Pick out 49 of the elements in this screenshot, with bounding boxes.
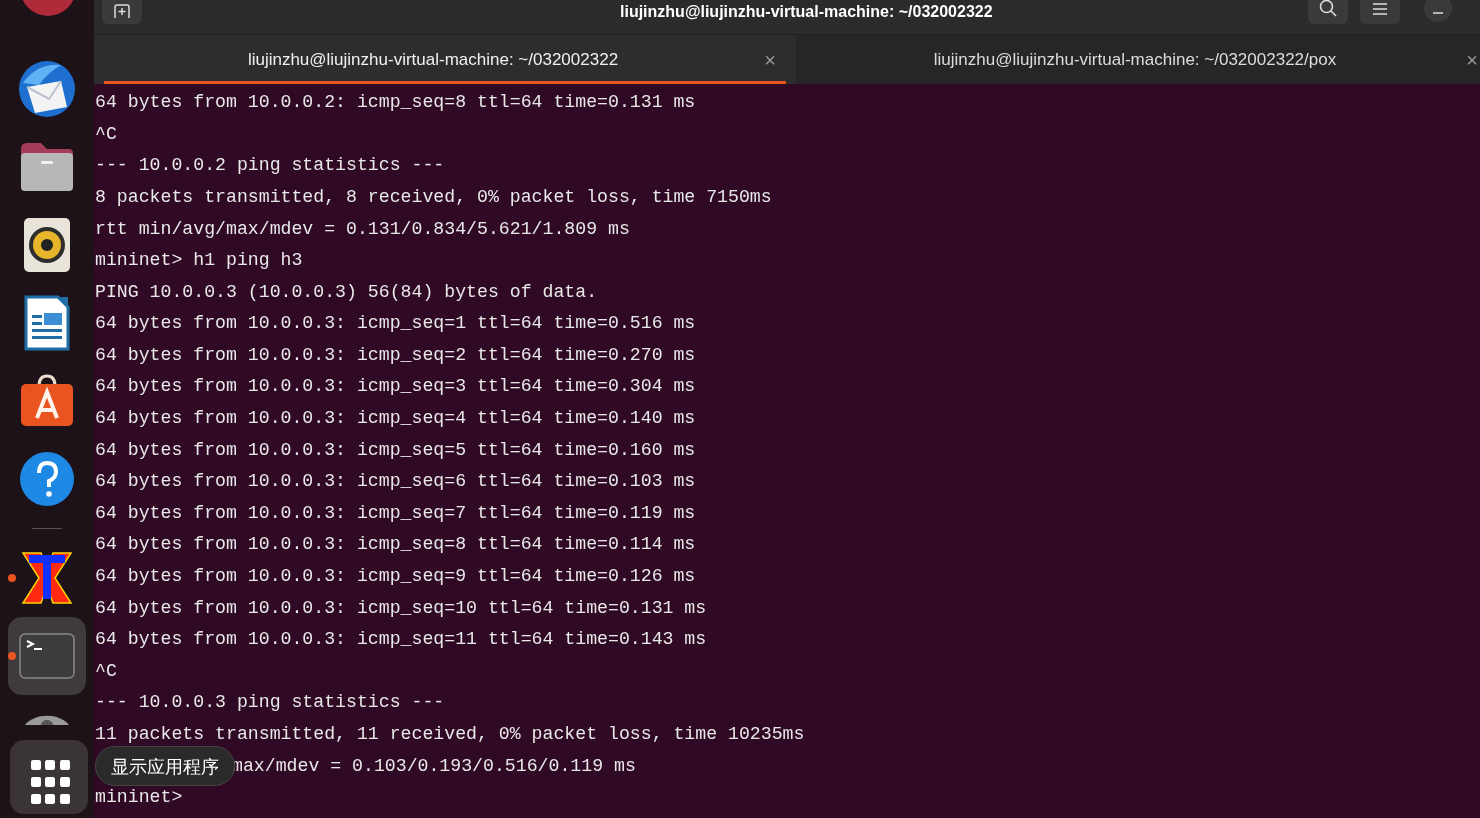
terminal-line: 64 bytes from 10.0.0.3: icmp_seq=2 ttl=64 time=0.270 ms — [95, 343, 696, 367]
terminal-line: 64 bytes from 10.0.0.3: icmp_seq=3 ttl=64 time=0.304 ms — [95, 375, 696, 399]
terminal-line: 64 bytes from 10.0.0.3: icmp_seq=10 ttl=64 time=0.131 ms — [95, 596, 707, 620]
terminal-line: rtt min/avg/max/mdev = 0.131/0.834/5.621/1.809 ms — [95, 217, 630, 241]
tab-label: liujinzhu@liujinzhu-virtual-machine: ~/032002322/pox — [932, 48, 1338, 71]
window-title: liujinzhu@liujinzhu-virtual-machine: ~/032002322 — [620, 2, 993, 22]
running-indicator — [8, 652, 16, 660]
shopping-bag-icon[interactable] — [19, 374, 75, 428]
tab-label: liujinzhu@liujinzhu-virtual-machine: ~/032002322 — [246, 48, 620, 71]
new-tab-icon — [114, 4, 130, 18]
close-tab-button[interactable]: × — [758, 44, 782, 75]
tab[interactable]: liujinzhu@liujinzhu-virtual-machine: ~/032002322/pox × — [796, 35, 1480, 84]
bird-envelope-icon[interactable] — [17, 59, 77, 119]
terminal-line: 64 bytes from 10.0.0.3: icmp_seq=4 ttl=64 time=0.140 ms — [95, 407, 696, 431]
menu-icon — [1373, 3, 1387, 15]
search-icon — [1319, 0, 1337, 17]
terminal-line: 64 bytes from 10.0.0.3: icmp_seq=6 ttl=64 time=0.103 ms — [95, 470, 696, 494]
terminal-line: 64 bytes from 10.0.0.2: icmp_seq=8 ttl=64 time=0.131 ms — [95, 91, 696, 115]
terminal-line: 11 packets transmitted, 11 received, 0% packet loss, time 10235ms — [95, 723, 805, 746]
tooltip-text: 显示应用程序 — [111, 754, 219, 779]
terminal-line: --- 10.0.0.2 ping statistics --- — [95, 154, 445, 178]
app-grid-button[interactable] — [10, 740, 88, 814]
terminal-icon[interactable] — [19, 633, 75, 679]
terminal-line: 64 bytes from 10.0.0.3: icmp_seq=5 ttl=64 time=0.160 ms — [95, 438, 696, 462]
running-indicator — [8, 574, 16, 582]
terminal-line: 64 bytes from 10.0.0.3: icmp_seq=8 ttl=64 time=0.114 ms — [95, 533, 696, 557]
terminal-line: max/mdev = 0.103/0.193/0.516/0.119 ms — [232, 754, 636, 778]
search-button[interactable] — [1308, 0, 1348, 24]
speaker-icon[interactable] — [24, 218, 70, 272]
terminal-line: ^C — [95, 659, 117, 683]
tex-logo-icon[interactable] — [19, 551, 75, 605]
terminal-line: 64 bytes from 10.0.0.3: icmp_seq=11 ttl=64 time=0.143 ms — [95, 628, 707, 652]
terminal-line: 64 bytes from 10.0.0.3: icmp_seq=7 ttl=64 time=0.119 ms — [95, 501, 696, 525]
terminal-line: 64 bytes from 10.0.0.3: icmp_seq=1 ttl=64 time=0.516 ms — [95, 312, 696, 336]
terminal-line: ^C — [95, 122, 117, 146]
new-tab-button[interactable] — [102, 0, 142, 24]
terminal-line: PING 10.0.0.3 (10.0.0.3) 56(84) bytes of data. — [95, 280, 598, 304]
terminal-line: mininet> h1 ping h3 — [95, 249, 303, 273]
terminal-line: --- 10.0.0.3 ping statistics --- — [95, 691, 445, 715]
close-tab-button[interactable]: × — [1460, 44, 1480, 75]
minimize-icon — [1433, 12, 1443, 14]
folder-icon[interactable] — [19, 141, 75, 193]
terminal-line: 8 packets transmitted, 8 received, 0% packet loss, time 7150ms — [95, 185, 772, 209]
help-icon[interactable] — [19, 451, 75, 507]
terminal-line: mininet> — [95, 786, 183, 810]
minimize-button[interactable] — [1424, 0, 1452, 22]
terminal-line: 64 bytes from 10.0.0.3: icmp_seq=9 ttl=64 time=0.126 ms — [95, 565, 696, 589]
menu-button[interactable] — [1360, 0, 1400, 24]
document-icon[interactable] — [24, 295, 70, 351]
